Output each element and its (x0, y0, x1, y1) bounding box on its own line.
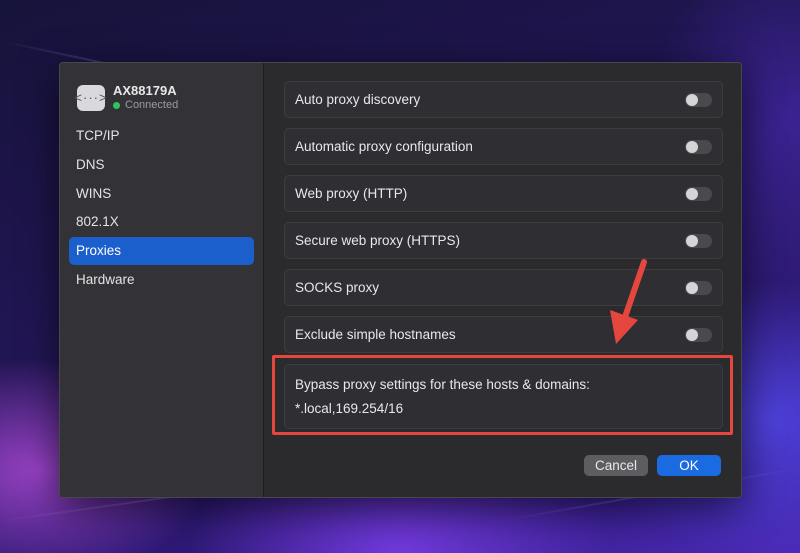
proxy-row-auto-config: Automatic proxy configuration (284, 128, 723, 165)
sidebar-item-dns[interactable]: DNS (69, 151, 254, 179)
toggle-knob (686, 282, 698, 294)
proxy-row-auto-discovery: Auto proxy discovery (284, 81, 723, 118)
sidebar-item-wins[interactable]: WINS (69, 180, 254, 208)
auto-proxy-discovery-toggle[interactable] (685, 93, 712, 107)
exclude-simple-hostnames-toggle[interactable] (685, 328, 712, 342)
secure-web-proxy-https-toggle[interactable] (685, 234, 712, 248)
bypass-proxy-label: Bypass proxy settings for these hosts & … (295, 377, 590, 392)
proxy-row-label: Secure web proxy (HTTPS) (295, 233, 461, 248)
status-dot-icon (113, 101, 120, 109)
toggle-knob (686, 141, 698, 153)
device-header: <···> AX88179A Connected (74, 83, 178, 112)
proxy-row-http: Web proxy (HTTP) (284, 175, 723, 212)
device-status: Connected (113, 98, 178, 112)
proxy-row-label: Exclude simple hostnames (295, 327, 456, 342)
proxy-row-exclude-hostnames: Exclude simple hostnames (284, 316, 723, 353)
toggle-knob (686, 235, 698, 247)
automatic-proxy-configuration-toggle[interactable] (685, 140, 712, 154)
web-proxy-http-toggle[interactable] (685, 187, 712, 201)
ethernet-adapter-icon: <···> (74, 84, 107, 111)
socks-proxy-toggle[interactable] (685, 281, 712, 295)
device-status-label: Connected (125, 99, 179, 111)
sidebar-nav: TCP/IP DNS WINS 802.1X Proxies Hardware (69, 122, 254, 295)
bypass-proxy-box: Bypass proxy settings for these hosts & … (284, 364, 723, 429)
sidebar-item-hardware[interactable]: Hardware (69, 266, 254, 294)
proxy-row-label: Auto proxy discovery (295, 92, 421, 107)
sidebar-item-tcpip[interactable]: TCP/IP (69, 122, 254, 150)
proxies-panel: Auto proxy discovery Automatic proxy con… (284, 81, 723, 429)
toggle-knob (686, 188, 698, 200)
toggle-knob (686, 329, 698, 341)
proxy-row-label: Automatic proxy configuration (295, 139, 473, 154)
sidebar-item-proxies[interactable]: Proxies (69, 237, 254, 266)
sidebar-item-8021x[interactable]: 802.1X (69, 208, 254, 236)
proxy-row-label: SOCKS proxy (295, 280, 380, 295)
proxy-row-socks: SOCKS proxy (284, 269, 723, 306)
bypass-hosts-input[interactable] (295, 401, 695, 416)
sidebar: <···> AX88179A Connected TCP/IP DNS WINS… (60, 63, 264, 497)
device-info: AX88179A Connected (113, 83, 178, 112)
toggle-knob (686, 94, 698, 106)
network-settings-dialog: <···> AX88179A Connected TCP/IP DNS WINS… (59, 62, 742, 498)
cancel-button[interactable]: Cancel (584, 455, 648, 476)
proxy-row-https: Secure web proxy (HTTPS) (284, 222, 723, 259)
proxy-row-label: Web proxy (HTTP) (295, 186, 408, 201)
device-name: AX88179A (113, 83, 177, 98)
ok-button[interactable]: OK (657, 455, 721, 476)
